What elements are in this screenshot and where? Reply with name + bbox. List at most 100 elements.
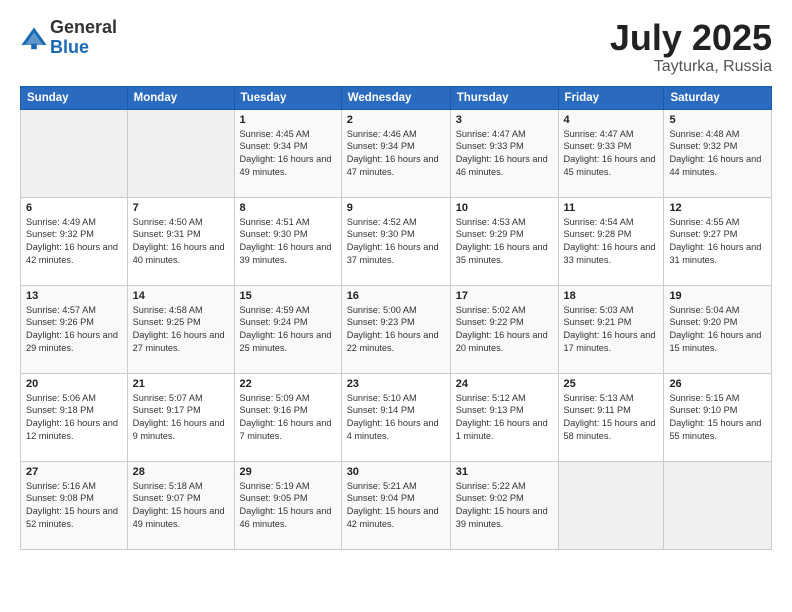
day-number: 21 [133,378,229,390]
day-number: 1 [240,114,336,126]
calendar-location: Tayturka, Russia [610,58,772,76]
day-info: Sunrise: 5:16 AM Sunset: 9:08 PM Dayligh… [26,480,122,531]
table-row: 19 Sunrise: 5:04 AM Sunset: 9:20 PM Dayli… [664,285,772,373]
table-row: 21 Sunrise: 5:07 AM Sunset: 9:17 PM Dayli… [127,373,234,461]
day-info: Sunrise: 5:06 AM Sunset: 9:18 PM Dayligh… [26,392,122,443]
day-number: 24 [456,378,553,390]
table-row: 26 Sunrise: 5:15 AM Sunset: 9:10 PM Dayli… [664,373,772,461]
day-info: Sunrise: 5:00 AM Sunset: 9:23 PM Dayligh… [347,304,445,355]
day-info: Sunrise: 4:49 AM Sunset: 9:32 PM Dayligh… [26,216,122,267]
col-saturday: Saturday [664,86,772,109]
table-row: 12 Sunrise: 4:55 AM Sunset: 9:27 PM Dayli… [664,197,772,285]
col-monday: Monday [127,86,234,109]
logo-text: General Blue [50,18,117,58]
day-info: Sunrise: 5:12 AM Sunset: 9:13 PM Dayligh… [456,392,553,443]
col-wednesday: Wednesday [341,86,450,109]
day-number: 11 [564,202,659,214]
day-info: Sunrise: 4:45 AM Sunset: 9:34 PM Dayligh… [240,128,336,179]
table-row: 6 Sunrise: 4:49 AM Sunset: 9:32 PM Daylig… [21,197,128,285]
day-info: Sunrise: 4:52 AM Sunset: 9:30 PM Dayligh… [347,216,445,267]
title-block: July 2025 Tayturka, Russia [610,18,772,76]
day-number: 7 [133,202,229,214]
table-row: 5Sunrise: 4:48 AM Sunset: 9:32 PM Daylig… [664,109,772,197]
table-row: 25 Sunrise: 5:13 AM Sunset: 9:11 PM Dayli… [558,373,664,461]
table-row: 1 Sunrise: 4:45 AM Sunset: 9:34 PM Daylig… [234,109,341,197]
day-number: 19 [669,290,766,302]
day-number: 5 [669,114,766,126]
calendar-week-row: 20 Sunrise: 5:06 AM Sunset: 9:18 PM Dayli… [21,373,772,461]
day-number: 9 [347,202,445,214]
table-row: 7 Sunrise: 4:50 AM Sunset: 9:31 PM Daylig… [127,197,234,285]
day-info: Sunrise: 5:18 AM Sunset: 9:07 PM Dayligh… [133,480,229,531]
table-row: 30 Sunrise: 5:21 AM Sunset: 9:04 PM Dayli… [341,461,450,549]
day-number: 27 [26,466,122,478]
table-row [21,109,128,197]
table-row: 24 Sunrise: 5:12 AM Sunset: 9:13 PM Dayli… [450,373,558,461]
day-number: 22 [240,378,336,390]
day-number: 10 [456,202,553,214]
day-number: 14 [133,290,229,302]
day-info: Sunrise: 5:15 AM Sunset: 9:10 PM Dayligh… [669,392,766,443]
table-row: 20 Sunrise: 5:06 AM Sunset: 9:18 PM Dayli… [21,373,128,461]
table-row: 16 Sunrise: 5:00 AM Sunset: 9:23 PM Dayli… [341,285,450,373]
day-number: 17 [456,290,553,302]
day-info: Sunrise: 4:50 AM Sunset: 9:31 PM Dayligh… [133,216,229,267]
day-info: Sunrise: 4:47 AM Sunset: 9:33 PM Dayligh… [564,128,659,179]
day-number: 28 [133,466,229,478]
day-number: 8 [240,202,336,214]
table-row: 18Sunrise: 5:03 AM Sunset: 9:21 PM Dayli… [558,285,664,373]
day-info: Sunrise: 5:04 AM Sunset: 9:20 PM Dayligh… [669,304,766,355]
day-info: Sunrise: 5:07 AM Sunset: 9:17 PM Dayligh… [133,392,229,443]
table-row: 17 Sunrise: 5:02 AM Sunset: 9:22 PM Dayli… [450,285,558,373]
logo: General Blue [20,18,117,58]
table-row: 22 Sunrise: 5:09 AM Sunset: 9:16 PM Dayli… [234,373,341,461]
day-number: 29 [240,466,336,478]
table-row: 23 Sunrise: 5:10 AM Sunset: 9:14 PM Dayli… [341,373,450,461]
table-row: 15Sunrise: 4:59 AM Sunset: 9:24 PM Dayli… [234,285,341,373]
day-number: 25 [564,378,659,390]
day-info: Sunrise: 5:10 AM Sunset: 9:14 PM Dayligh… [347,392,445,443]
day-info: Sunrise: 5:09 AM Sunset: 9:16 PM Dayligh… [240,392,336,443]
day-info: Sunrise: 5:13 AM Sunset: 9:11 PM Dayligh… [564,392,659,443]
day-info: Sunrise: 4:46 AM Sunset: 9:34 PM Dayligh… [347,128,445,179]
day-info: Sunrise: 4:58 AM Sunset: 9:25 PM Dayligh… [133,304,229,355]
table-row: 9 Sunrise: 4:52 AM Sunset: 9:30 PM Daylig… [341,197,450,285]
logo-blue-text: Blue [50,38,117,58]
table-row: 27 Sunrise: 5:16 AM Sunset: 9:08 PM Dayli… [21,461,128,549]
logo-general-text: General [50,18,117,38]
day-number: 26 [669,378,766,390]
day-info: Sunrise: 5:21 AM Sunset: 9:04 PM Dayligh… [347,480,445,531]
table-row: 2Sunrise: 4:46 AM Sunset: 9:34 PM Daylig… [341,109,450,197]
day-number: 20 [26,378,122,390]
day-info: Sunrise: 5:19 AM Sunset: 9:05 PM Dayligh… [240,480,336,531]
calendar-week-row: 6 Sunrise: 4:49 AM Sunset: 9:32 PM Daylig… [21,197,772,285]
day-number: 18 [564,290,659,302]
col-friday: Friday [558,86,664,109]
day-number: 6 [26,202,122,214]
day-number: 12 [669,202,766,214]
page: General Blue July 2025 Tayturka, Russia … [0,0,792,612]
col-thursday: Thursday [450,86,558,109]
day-number: 4 [564,114,659,126]
table-row: 31Sunrise: 5:22 AM Sunset: 9:02 PM Dayli… [450,461,558,549]
logo-icon [20,24,48,52]
day-number: 16 [347,290,445,302]
day-number: 15 [240,290,336,302]
day-number: 31 [456,466,553,478]
day-number: 13 [26,290,122,302]
calendar-title: July 2025 [610,18,772,58]
day-number: 30 [347,466,445,478]
calendar-week-row: 13Sunrise: 4:57 AM Sunset: 9:26 PM Dayli… [21,285,772,373]
table-row [127,109,234,197]
table-row [558,461,664,549]
header: General Blue July 2025 Tayturka, Russia [20,18,772,76]
table-row: 8Sunrise: 4:51 AM Sunset: 9:30 PM Daylig… [234,197,341,285]
day-info: Sunrise: 5:02 AM Sunset: 9:22 PM Dayligh… [456,304,553,355]
day-number: 23 [347,378,445,390]
table-row: 29 Sunrise: 5:19 AM Sunset: 9:05 PM Dayli… [234,461,341,549]
table-row: 13Sunrise: 4:57 AM Sunset: 9:26 PM Dayli… [21,285,128,373]
day-info: Sunrise: 4:53 AM Sunset: 9:29 PM Dayligh… [456,216,553,267]
day-info: Sunrise: 4:55 AM Sunset: 9:27 PM Dayligh… [669,216,766,267]
table-row: 4 Sunrise: 4:47 AM Sunset: 9:33 PM Daylig… [558,109,664,197]
calendar-table: Sunday Monday Tuesday Wednesday Thursday… [20,86,772,550]
